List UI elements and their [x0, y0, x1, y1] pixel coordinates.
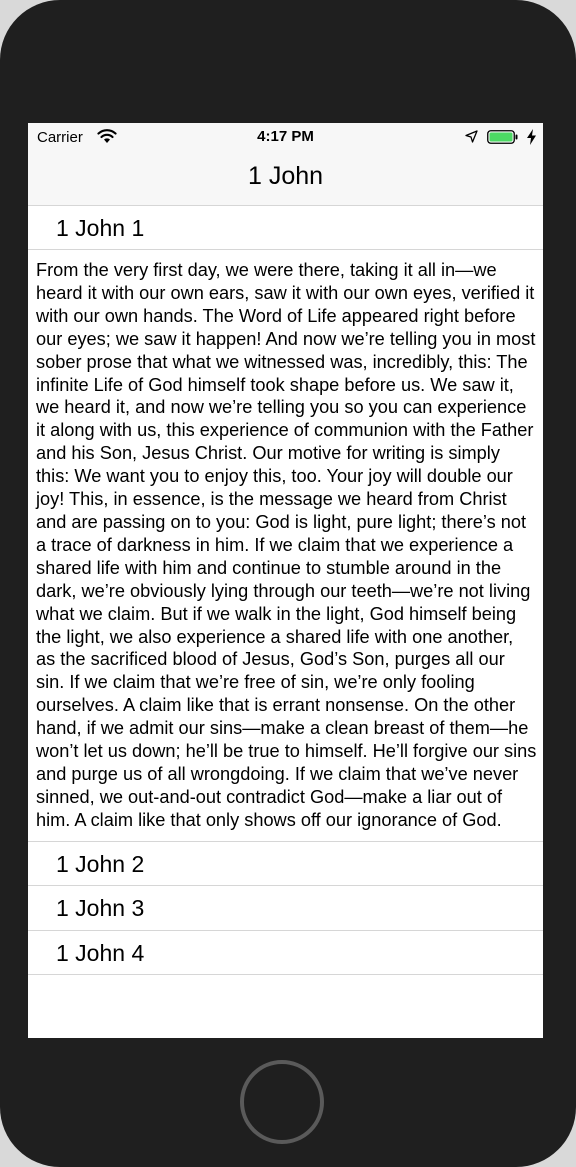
charging-bolt-icon: [527, 129, 536, 145]
chapter-label: 1 John 2: [56, 850, 145, 877]
chapter-label: 1 John 3: [56, 895, 145, 922]
home-button[interactable]: [240, 1060, 324, 1144]
status-bar: Carrier 4:17 PM: [28, 123, 543, 151]
chapter-row-1-john-1[interactable]: 1 John 1: [28, 206, 543, 250]
chapter-row-1-john-2[interactable]: 1 John 2: [28, 842, 543, 887]
location-arrow-icon: [465, 130, 478, 143]
chapter-label: 1 John 1: [56, 215, 145, 241]
chapter-text: From the very first day, we were there, …: [28, 250, 543, 842]
battery-icon: [487, 130, 518, 144]
chapter-row-1-john-4[interactable]: 1 John 4: [28, 931, 543, 976]
phone-frame: Carrier 4:17 PM 1 John 1 John 1 From the…: [0, 0, 576, 1167]
chapter-list[interactable]: 1 John 1 From the very first day, we wer…: [28, 206, 543, 976]
navigation-bar: 1 John: [28, 151, 543, 206]
chapter-row-1-john-3[interactable]: 1 John 3: [28, 886, 543, 931]
chapter-label: 1 John 4: [56, 939, 145, 966]
screen: Carrier 4:17 PM 1 John 1 John 1 From the…: [28, 123, 543, 1038]
page-title: 1 John: [247, 162, 324, 190]
